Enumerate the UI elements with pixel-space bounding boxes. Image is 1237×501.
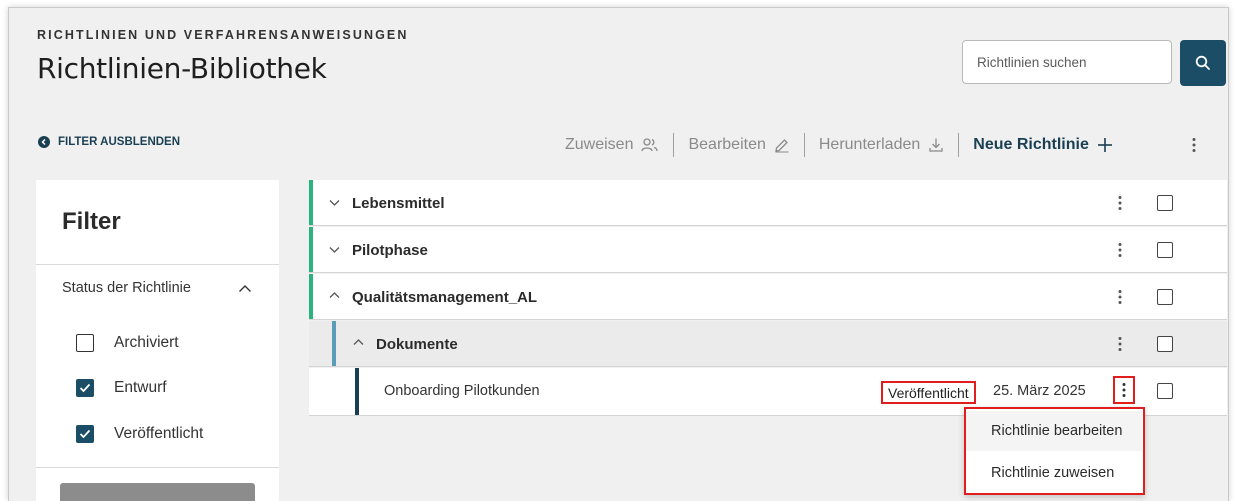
- edit-button[interactable]: Bearbeiten: [674, 136, 803, 154]
- tree-row-subfolder[interactable]: Dokumente: [309, 321, 1227, 367]
- plus-icon: [1097, 138, 1112, 152]
- row-checkbox[interactable]: [1157, 383, 1173, 399]
- checkbox[interactable]: [76, 334, 94, 352]
- filter-option-label: Veröffentlicht: [114, 425, 204, 442]
- filter-toggle-button[interactable]: FILTER AUSBLENDEN: [38, 136, 180, 148]
- checkmark-icon: [79, 383, 91, 393]
- new-policy-button[interactable]: Neue Richtlinie: [959, 136, 1127, 154]
- row-checkbox[interactable]: [1157, 336, 1173, 352]
- app-window: RICHTLINIEN UND VERFAHRENSANWEISUNGEN Ri…: [8, 7, 1229, 501]
- document-date: 25. März 2025: [993, 383, 1086, 399]
- search-button[interactable]: [1180, 40, 1226, 86]
- row-accent-bar: [309, 227, 313, 272]
- row-accent-bar: [309, 180, 313, 225]
- search-input[interactable]: [962, 40, 1172, 84]
- apply-filter-button[interactable]: [60, 483, 255, 501]
- row-accent-bar: [332, 321, 336, 366]
- menu-item-edit-policy[interactable]: Richtlinie bearbeiten: [966, 411, 1142, 451]
- chevron-up-icon: [239, 284, 251, 292]
- download-icon: [929, 138, 943, 152]
- row-checkbox[interactable]: [1157, 195, 1173, 211]
- page-title: Richtlinien-Bibliothek: [37, 52, 327, 85]
- row-accent-bar: [309, 274, 313, 319]
- status-filter-heading: Status der Richtlinie: [62, 280, 191, 296]
- filter-option-published[interactable]: Veröffentlicht: [76, 425, 203, 443]
- chevron-up-icon: [353, 339, 364, 345]
- checkbox-checked[interactable]: [76, 379, 94, 397]
- download-label: Herunterladen: [818, 136, 921, 153]
- filter-option-label: Entwurf: [114, 379, 167, 396]
- kebab-icon: [1118, 196, 1122, 210]
- status-filter-header[interactable]: Status der Richtlinie: [62, 280, 252, 296]
- assign-button[interactable]: Zuweisen: [551, 136, 673, 154]
- tree-row-folder[interactable]: Pilotphase: [309, 227, 1227, 273]
- kebab-icon: [1192, 138, 1196, 152]
- assign-label: Zuweisen: [565, 136, 634, 153]
- row-menu-button[interactable]: [1110, 287, 1130, 307]
- row-menu-button[interactable]: [1113, 376, 1135, 404]
- chevron-left-circle-icon: [38, 136, 50, 148]
- subfolder-label: Dokumente: [376, 336, 458, 353]
- checkbox-checked[interactable]: [76, 425, 94, 443]
- tree-row-folder[interactable]: Qualitätsmanagement_AL: [309, 274, 1227, 320]
- filter-panel: Filter Status der Richtlinie Archiviert …: [36, 180, 279, 501]
- folder-label: Pilotphase: [352, 242, 428, 259]
- row-menu-button[interactable]: [1110, 240, 1130, 260]
- context-menu: Richtlinie bearbeiten Richtlinie zuweise…: [964, 407, 1145, 495]
- filter-title: Filter: [62, 208, 121, 235]
- filter-toggle-label: FILTER AUSBLENDEN: [58, 136, 181, 148]
- section-eyebrow: RICHTLINIEN UND VERFAHRENSANWEISUNGEN: [37, 28, 409, 42]
- filter-option-draft[interactable]: Entwurf: [76, 379, 167, 397]
- row-checkbox[interactable]: [1157, 289, 1173, 305]
- tree-row-folder[interactable]: Lebensmittel: [309, 180, 1227, 226]
- chevron-down-icon: [329, 200, 340, 206]
- people-icon: [641, 138, 659, 152]
- search-icon: [1195, 55, 1210, 70]
- status-badge: Veröffentlicht: [881, 381, 976, 404]
- divider: [36, 467, 279, 468]
- folder-label: Qualitätsmanagement_AL: [352, 289, 538, 306]
- edit-label: Bearbeiten: [688, 136, 766, 153]
- checkmark-icon: [79, 429, 91, 439]
- folder-label: Lebensmittel: [352, 195, 445, 212]
- kebab-icon: [1118, 337, 1122, 351]
- chevron-down-icon: [329, 247, 340, 253]
- kebab-icon: [1118, 243, 1122, 257]
- row-menu-button[interactable]: [1110, 193, 1130, 213]
- filter-option-archived[interactable]: Archiviert: [76, 334, 179, 352]
- chevron-up-icon: [329, 292, 340, 298]
- row-menu-button[interactable]: [1110, 334, 1130, 354]
- more-options-button[interactable]: [1184, 133, 1204, 157]
- pencil-icon: [775, 139, 789, 153]
- new-policy-label: Neue Richtlinie: [973, 136, 1089, 153]
- row-checkbox[interactable]: [1157, 242, 1173, 258]
- kebab-icon: [1122, 383, 1126, 397]
- action-toolbar: Zuweisen Bearbeiten Herunterladen Neue R…: [551, 133, 1127, 157]
- filter-option-label: Archiviert: [114, 334, 179, 351]
- kebab-icon: [1118, 290, 1122, 304]
- download-button[interactable]: Herunterladen: [805, 136, 958, 154]
- divider: [36, 264, 279, 265]
- menu-item-assign-policy[interactable]: Richtlinie zuweisen: [966, 453, 1142, 493]
- document-label: Onboarding Pilotkunden: [384, 383, 540, 399]
- row-accent-bar: [355, 368, 359, 415]
